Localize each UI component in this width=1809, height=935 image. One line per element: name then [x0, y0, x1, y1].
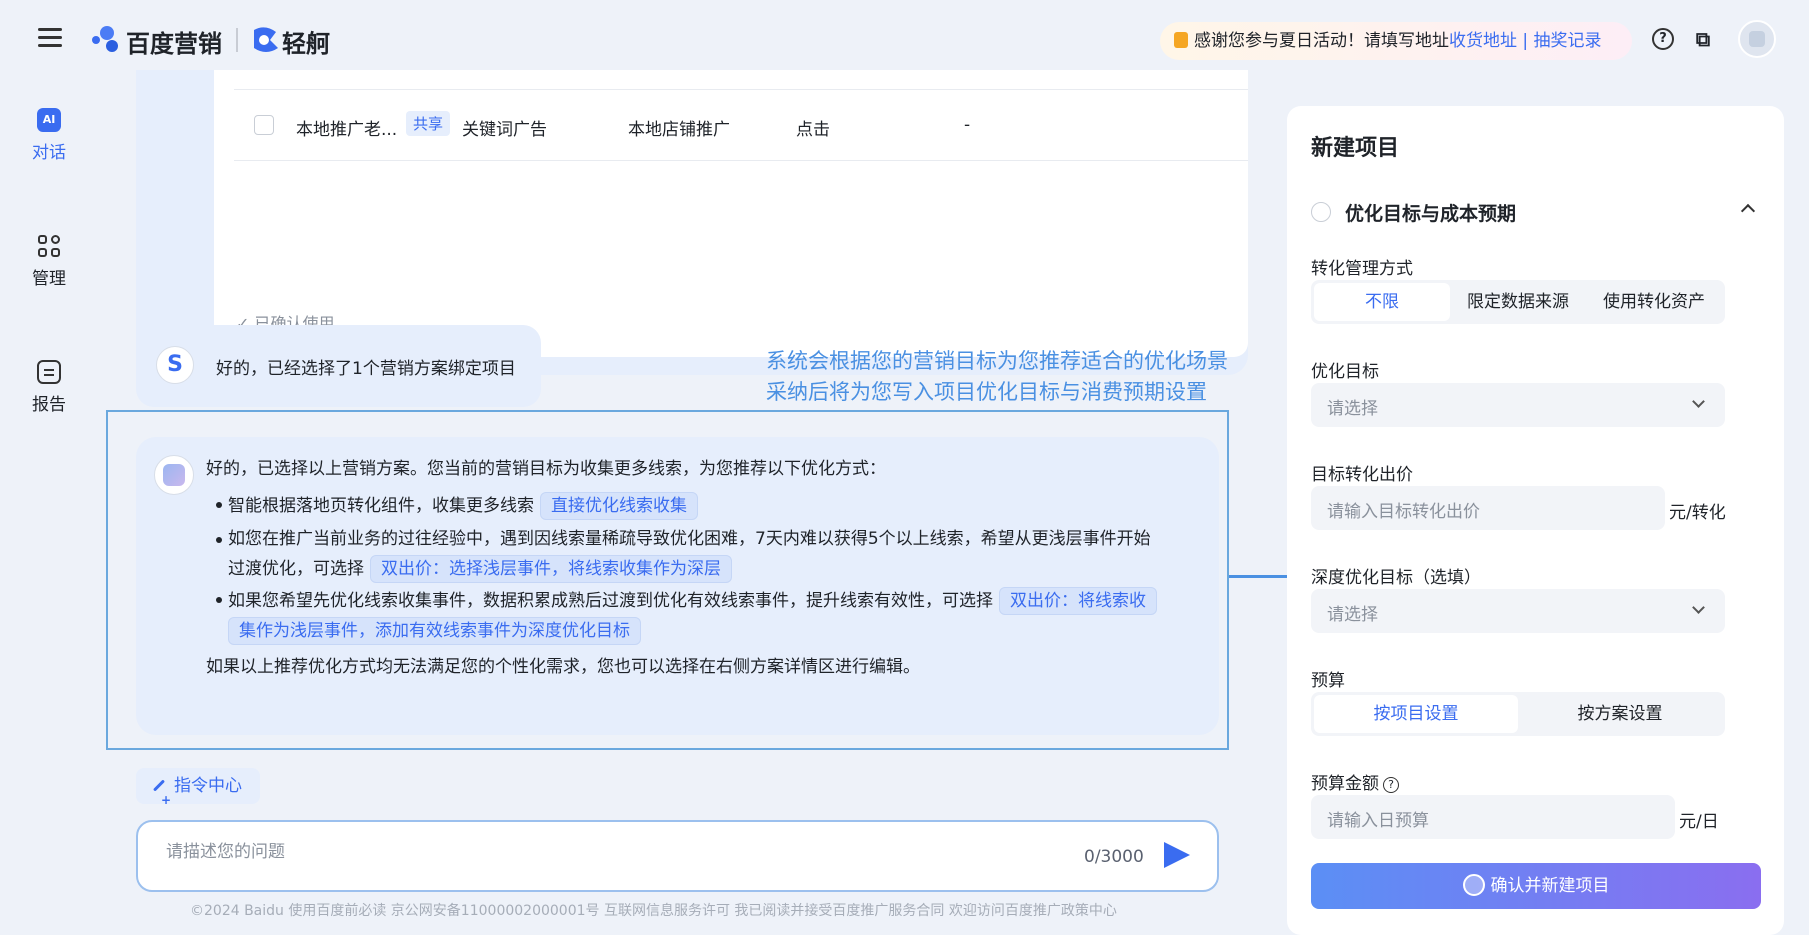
brand-secondary: 轻舸	[282, 30, 330, 58]
lottery-record-link[interactable]: 抽奖记录	[1534, 31, 1602, 51]
ai-intro: 好的，已选择以上营销方案。您当前的营销目标为收集更多线索，为您推荐以下优化方式：	[206, 459, 886, 479]
ai-reply-card: 好的，已选择以上营销方案。您当前的营销目标为收集更多线索，为您推荐以下优化方式：…	[136, 437, 1219, 735]
nav-item-report[interactable]: 报告	[0, 360, 98, 415]
plan-table: 本地推广老... 共享 关键词广告 本地店铺推广 点击 - ✓ 已确认使用	[214, 70, 1248, 357]
conv-option-unlimited[interactable]: 不限	[1314, 283, 1450, 321]
chip-dual-bid-deep-cont[interactable]: 集作为浅层事件，添加有效线索事件为深度优化目标	[228, 617, 641, 645]
chat-area: 本地推广老... 共享 关键词广告 本地店铺推广 点击 - ✓ 已确认使用 S …	[98, 70, 1248, 935]
section-title: 优化目标与成本预期	[1345, 203, 1517, 225]
conv-label: 转化管理方式	[1311, 259, 1413, 279]
user-avatar-s: S	[156, 346, 194, 384]
baidu-logo-icon	[92, 22, 122, 58]
conv-option-source[interactable]: 限定数据来源	[1450, 283, 1586, 321]
new-project-panel: 新建项目 优化目标与成本预期 转化管理方式 不限 限定数据来源 使用转化资产 优…	[1287, 106, 1784, 935]
plan-scene: 本地店铺推广	[628, 120, 730, 140]
confirm-create-button[interactable]: 确认并新建项目	[1311, 863, 1761, 909]
footer-text: ©2024 Baidu 使用百度前必读 京公网安备11000002000001号…	[190, 903, 1117, 919]
notice-icon	[1174, 32, 1188, 48]
grid-icon	[37, 234, 61, 258]
report-icon	[37, 360, 61, 384]
section-header[interactable]: 优化目标与成本预期	[1311, 198, 1761, 228]
bullet-1: 智能根据落地页转化组件，收集更多线索 直接优化线索收集	[228, 492, 698, 520]
bullet-dot	[216, 502, 222, 508]
help-circle-icon[interactable]: ?	[1383, 777, 1399, 793]
conv-segment: 不限 限定数据来源 使用转化资产	[1311, 280, 1725, 324]
budget-option-project[interactable]: 按项目设置	[1314, 695, 1518, 733]
ai-outro: 如果以上推荐优化方式均无法满足您的个性化需求，您也可以选择在右侧方案详情区进行编…	[206, 657, 920, 677]
user-avatar[interactable]	[1738, 20, 1776, 58]
plan-bid: 点击	[796, 120, 830, 140]
command-center-button[interactable]: 指令中心	[136, 768, 260, 818]
chat-input-box: 0/3000	[136, 820, 1219, 892]
opt-goal-select[interactable]: 请选择	[1311, 383, 1725, 427]
qingge-logo-icon	[248, 22, 282, 58]
budget-option-plan[interactable]: 按方案设置	[1518, 695, 1722, 733]
deep-goal-label: 深度优化目标（选填）	[1311, 568, 1481, 588]
ai-avatar-icon	[154, 455, 194, 495]
plan-extra: -	[964, 115, 971, 135]
user-reply-bubble: S 好的，已经选择了1个营销方案绑定项目	[136, 325, 541, 407]
chat-input[interactable]	[166, 842, 966, 862]
bullet-3-line2: 集作为浅层事件，添加有效线索事件为深度优化目标	[228, 617, 641, 645]
bullet-2-line1: 如您在推广当前业务的过往经验中，遇到因线索量稀疏导致优化困难，7天内难以获得5个…	[228, 529, 1151, 549]
bullet-3-line1: 如果您希望先优化线索收集事件，数据积累成熟后过渡到优化有效线索事件，提升线索有效…	[228, 587, 1157, 615]
budget-amount-label: 预算金额?	[1311, 769, 1399, 794]
bullet-dot	[216, 537, 222, 543]
panel-title: 新建项目	[1311, 136, 1400, 161]
brand-primary: 百度营销	[126, 30, 222, 58]
activity-notice: 感谢您参与夏日活动！请填写地址收货地址 | 抽奖记录	[1160, 22, 1632, 60]
budget-segment: 按项目设置 按方案设置	[1311, 692, 1725, 736]
conv-option-asset[interactable]: 使用转化资产	[1586, 283, 1722, 321]
target-bid-unit: 元/转化	[1669, 503, 1726, 523]
plan-name: 本地推广老...	[296, 120, 398, 140]
section-radio[interactable]	[1311, 202, 1331, 222]
nav-item-chat[interactable]: AI 对话	[0, 108, 98, 163]
budget-amount-input[interactable]: 请输入日预算	[1311, 795, 1675, 839]
left-nav: AI 对话 管理 报告	[0, 80, 98, 935]
chevron-up-icon[interactable]	[1740, 203, 1756, 219]
annotation-arrow	[1229, 575, 1291, 578]
target-bid-label: 目标转化出价	[1311, 465, 1413, 485]
annotation-text: 系统会根据您的营销目标为您推荐适合的优化场景 采纳后将为您写入项目优化目标与消费…	[766, 349, 1228, 404]
shipping-address-link[interactable]: 收货地址	[1449, 31, 1517, 51]
deep-goal-select[interactable]: 请选择	[1311, 589, 1725, 633]
budget-unit: 元/日	[1679, 812, 1719, 832]
chevron-down-icon	[1692, 601, 1705, 614]
nav-item-manage[interactable]: 管理	[0, 234, 98, 289]
user-reply-text: 好的，已经选择了1个营销方案绑定项目	[216, 359, 516, 379]
menu-icon[interactable]	[38, 28, 62, 52]
row-checkbox[interactable]	[254, 115, 274, 135]
chevron-down-icon	[1692, 395, 1705, 408]
target-bid-input[interactable]: 请输入目标转化出价	[1311, 486, 1665, 530]
chip-direct-leads[interactable]: 直接优化线索收集	[540, 492, 698, 520]
table-row	[234, 60, 1248, 90]
ai-chat-icon: AI	[37, 108, 61, 132]
copy-icon[interactable]: ⧉	[1692, 28, 1714, 50]
brand-divider	[236, 28, 238, 52]
bullet-dot	[216, 597, 222, 603]
chip-dual-bid-shallow[interactable]: 双出价：选择浅层事件，将线索收集作为深层	[370, 555, 732, 583]
wand-icon	[150, 778, 171, 818]
ai-spark-icon	[1462, 874, 1485, 896]
bullet-2-line2: 过渡优化，可选择 双出价：选择浅层事件，将线索收集作为深层	[228, 555, 732, 583]
help-icon[interactable]: ?	[1652, 28, 1674, 50]
opt-goal-label: 优化目标	[1311, 362, 1379, 382]
char-counter: 0/3000	[1084, 847, 1144, 867]
share-tag: 共享	[406, 111, 451, 136]
chip-dual-bid-deep[interactable]: 双出价：将线索收	[999, 587, 1157, 615]
plan-type: 关键词广告	[462, 120, 547, 140]
budget-label: 预算	[1311, 671, 1345, 691]
send-icon[interactable]	[1164, 842, 1190, 868]
table-row[interactable]: 本地推广老... 共享 关键词广告 本地店铺推广 点击 -	[234, 91, 1248, 161]
